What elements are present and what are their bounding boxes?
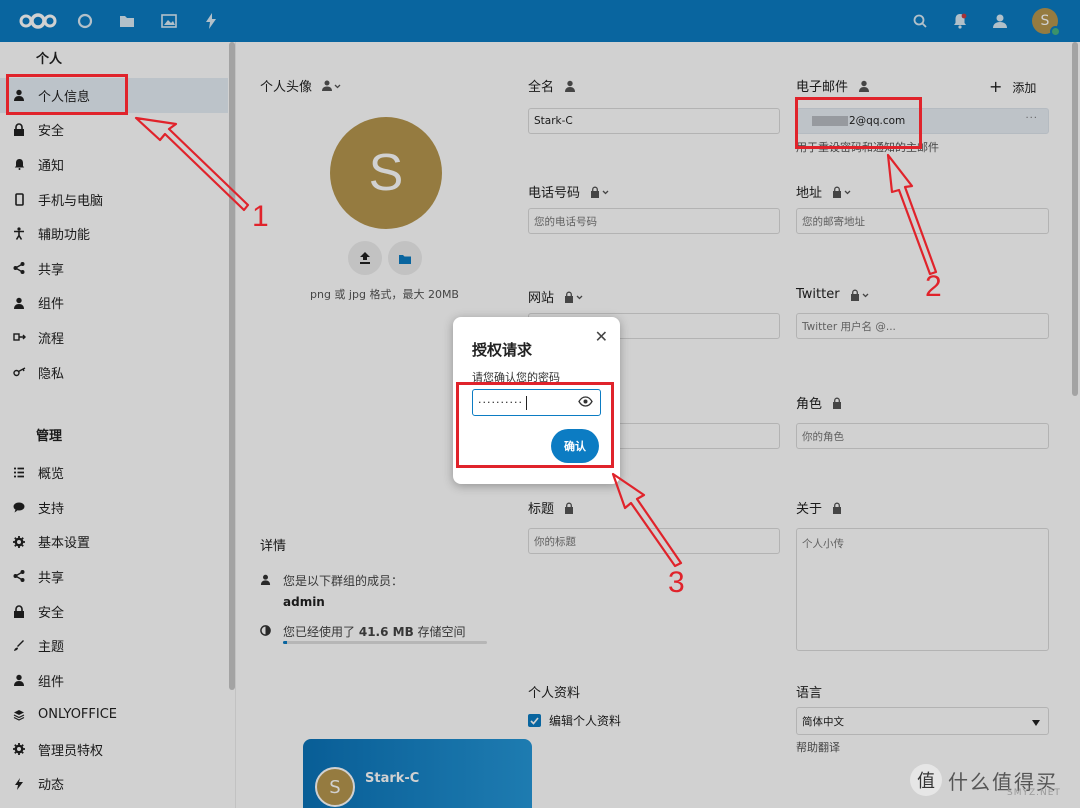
watermark-logo: 值 <box>910 764 942 796</box>
annotation-box-3 <box>456 382 614 468</box>
annotation-number-1: 1 <box>252 200 269 233</box>
watermark: 值 什么值得买 SMYZ.NET <box>910 762 1061 798</box>
dialog-title: 授权请求 <box>472 341 533 359</box>
annotation-number-2: 2 <box>925 270 942 303</box>
close-icon[interactable]: ✕ <box>595 327 608 346</box>
watermark-sub: SMYZ.NET <box>1007 788 1061 798</box>
annotation-box-1 <box>6 74 128 115</box>
annotation-box-2 <box>795 97 922 149</box>
annotation-number-3: 3 <box>668 566 685 599</box>
